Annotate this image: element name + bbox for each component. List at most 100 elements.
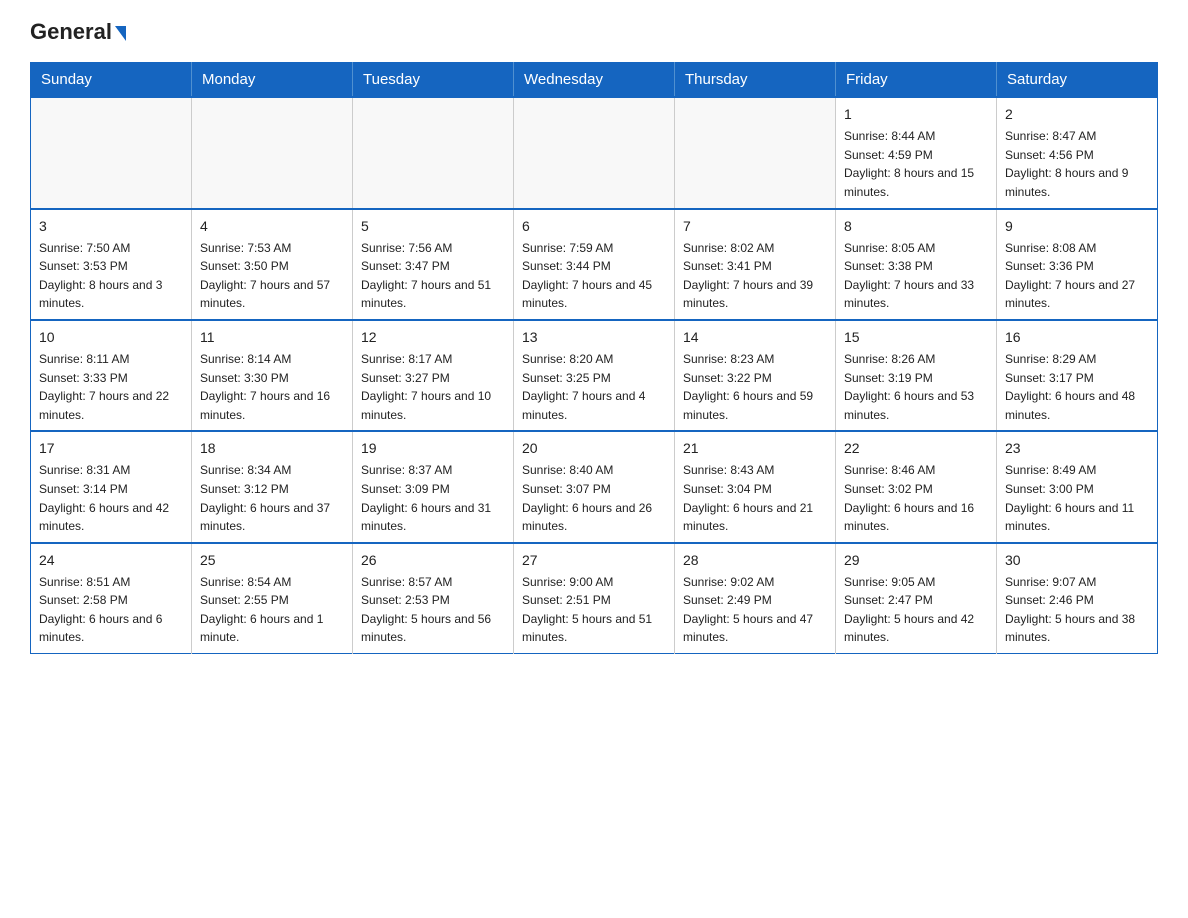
weekday-header-monday: Monday	[192, 63, 353, 98]
day-number: 1	[844, 104, 988, 125]
day-number: 29	[844, 550, 988, 571]
calendar-cell	[514, 97, 675, 208]
day-number: 18	[200, 438, 344, 459]
calendar-cell: 16Sunrise: 8:29 AM Sunset: 3:17 PM Dayli…	[997, 320, 1158, 431]
day-number: 5	[361, 216, 505, 237]
day-number: 17	[39, 438, 183, 459]
day-info: Sunrise: 8:43 AM Sunset: 3:04 PM Dayligh…	[683, 461, 827, 535]
day-info: Sunrise: 9:07 AM Sunset: 2:46 PM Dayligh…	[1005, 573, 1149, 647]
weekday-header-wednesday: Wednesday	[514, 63, 675, 98]
day-info: Sunrise: 8:31 AM Sunset: 3:14 PM Dayligh…	[39, 461, 183, 535]
calendar-week-row: 3Sunrise: 7:50 AM Sunset: 3:53 PM Daylig…	[31, 209, 1158, 320]
day-info: Sunrise: 8:44 AM Sunset: 4:59 PM Dayligh…	[844, 127, 988, 201]
day-info: Sunrise: 8:54 AM Sunset: 2:55 PM Dayligh…	[200, 573, 344, 647]
day-number: 13	[522, 327, 666, 348]
logo-top: General	[30, 20, 126, 44]
calendar-cell: 11Sunrise: 8:14 AM Sunset: 3:30 PM Dayli…	[192, 320, 353, 431]
day-number: 3	[39, 216, 183, 237]
calendar-cell: 14Sunrise: 8:23 AM Sunset: 3:22 PM Dayli…	[675, 320, 836, 431]
day-number: 14	[683, 327, 827, 348]
calendar-cell	[192, 97, 353, 208]
calendar-cell: 27Sunrise: 9:00 AM Sunset: 2:51 PM Dayli…	[514, 543, 675, 654]
day-info: Sunrise: 7:59 AM Sunset: 3:44 PM Dayligh…	[522, 239, 666, 313]
day-info: Sunrise: 7:50 AM Sunset: 3:53 PM Dayligh…	[39, 239, 183, 313]
calendar-cell: 10Sunrise: 8:11 AM Sunset: 3:33 PM Dayli…	[31, 320, 192, 431]
calendar-cell: 25Sunrise: 8:54 AM Sunset: 2:55 PM Dayli…	[192, 543, 353, 654]
calendar-cell: 26Sunrise: 8:57 AM Sunset: 2:53 PM Dayli…	[353, 543, 514, 654]
day-number: 25	[200, 550, 344, 571]
day-info: Sunrise: 8:37 AM Sunset: 3:09 PM Dayligh…	[361, 461, 505, 535]
day-info: Sunrise: 7:53 AM Sunset: 3:50 PM Dayligh…	[200, 239, 344, 313]
logo: General	[30, 20, 126, 44]
calendar-cell: 20Sunrise: 8:40 AM Sunset: 3:07 PM Dayli…	[514, 431, 675, 542]
calendar-cell: 23Sunrise: 8:49 AM Sunset: 3:00 PM Dayli…	[997, 431, 1158, 542]
calendar-cell	[31, 97, 192, 208]
calendar-week-row: 17Sunrise: 8:31 AM Sunset: 3:14 PM Dayli…	[31, 431, 1158, 542]
day-number: 4	[200, 216, 344, 237]
day-info: Sunrise: 8:05 AM Sunset: 3:38 PM Dayligh…	[844, 239, 988, 313]
calendar-cell: 17Sunrise: 8:31 AM Sunset: 3:14 PM Dayli…	[31, 431, 192, 542]
calendar-cell: 30Sunrise: 9:07 AM Sunset: 2:46 PM Dayli…	[997, 543, 1158, 654]
day-number: 2	[1005, 104, 1149, 125]
day-info: Sunrise: 9:05 AM Sunset: 2:47 PM Dayligh…	[844, 573, 988, 647]
calendar-cell	[675, 97, 836, 208]
calendar-cell: 18Sunrise: 8:34 AM Sunset: 3:12 PM Dayli…	[192, 431, 353, 542]
day-number: 20	[522, 438, 666, 459]
day-info: Sunrise: 8:08 AM Sunset: 3:36 PM Dayligh…	[1005, 239, 1149, 313]
calendar-cell: 4Sunrise: 7:53 AM Sunset: 3:50 PM Daylig…	[192, 209, 353, 320]
day-info: Sunrise: 8:23 AM Sunset: 3:22 PM Dayligh…	[683, 350, 827, 424]
calendar-cell: 15Sunrise: 8:26 AM Sunset: 3:19 PM Dayli…	[836, 320, 997, 431]
day-number: 8	[844, 216, 988, 237]
logo-triangle-icon	[115, 26, 126, 41]
calendar-cell: 7Sunrise: 8:02 AM Sunset: 3:41 PM Daylig…	[675, 209, 836, 320]
day-info: Sunrise: 8:46 AM Sunset: 3:02 PM Dayligh…	[844, 461, 988, 535]
day-number: 7	[683, 216, 827, 237]
day-number: 10	[39, 327, 183, 348]
day-number: 11	[200, 327, 344, 348]
day-number: 12	[361, 327, 505, 348]
day-number: 22	[844, 438, 988, 459]
day-info: Sunrise: 8:14 AM Sunset: 3:30 PM Dayligh…	[200, 350, 344, 424]
day-info: Sunrise: 8:47 AM Sunset: 4:56 PM Dayligh…	[1005, 127, 1149, 201]
day-info: Sunrise: 8:40 AM Sunset: 3:07 PM Dayligh…	[522, 461, 666, 535]
day-number: 30	[1005, 550, 1149, 571]
day-info: Sunrise: 8:29 AM Sunset: 3:17 PM Dayligh…	[1005, 350, 1149, 424]
calendar-cell: 1Sunrise: 8:44 AM Sunset: 4:59 PM Daylig…	[836, 97, 997, 208]
day-number: 16	[1005, 327, 1149, 348]
calendar-cell	[353, 97, 514, 208]
weekday-header-saturday: Saturday	[997, 63, 1158, 98]
calendar-cell: 24Sunrise: 8:51 AM Sunset: 2:58 PM Dayli…	[31, 543, 192, 654]
calendar-week-row: 10Sunrise: 8:11 AM Sunset: 3:33 PM Dayli…	[31, 320, 1158, 431]
day-number: 19	[361, 438, 505, 459]
day-number: 6	[522, 216, 666, 237]
calendar-cell: 6Sunrise: 7:59 AM Sunset: 3:44 PM Daylig…	[514, 209, 675, 320]
calendar-cell: 19Sunrise: 8:37 AM Sunset: 3:09 PM Dayli…	[353, 431, 514, 542]
day-number: 23	[1005, 438, 1149, 459]
header: General	[30, 20, 1158, 44]
weekday-header-friday: Friday	[836, 63, 997, 98]
day-number: 27	[522, 550, 666, 571]
weekday-header-sunday: Sunday	[31, 63, 192, 98]
day-info: Sunrise: 8:11 AM Sunset: 3:33 PM Dayligh…	[39, 350, 183, 424]
day-number: 9	[1005, 216, 1149, 237]
calendar-cell: 12Sunrise: 8:17 AM Sunset: 3:27 PM Dayli…	[353, 320, 514, 431]
calendar-cell: 3Sunrise: 7:50 AM Sunset: 3:53 PM Daylig…	[31, 209, 192, 320]
day-info: Sunrise: 8:34 AM Sunset: 3:12 PM Dayligh…	[200, 461, 344, 535]
day-info: Sunrise: 8:57 AM Sunset: 2:53 PM Dayligh…	[361, 573, 505, 647]
calendar-cell: 2Sunrise: 8:47 AM Sunset: 4:56 PM Daylig…	[997, 97, 1158, 208]
calendar-cell: 21Sunrise: 8:43 AM Sunset: 3:04 PM Dayli…	[675, 431, 836, 542]
day-info: Sunrise: 8:17 AM Sunset: 3:27 PM Dayligh…	[361, 350, 505, 424]
day-number: 24	[39, 550, 183, 571]
calendar-table: SundayMondayTuesdayWednesdayThursdayFrid…	[30, 62, 1158, 654]
day-info: Sunrise: 8:49 AM Sunset: 3:00 PM Dayligh…	[1005, 461, 1149, 535]
weekday-header-tuesday: Tuesday	[353, 63, 514, 98]
calendar-cell: 5Sunrise: 7:56 AM Sunset: 3:47 PM Daylig…	[353, 209, 514, 320]
day-info: Sunrise: 8:20 AM Sunset: 3:25 PM Dayligh…	[522, 350, 666, 424]
day-info: Sunrise: 8:51 AM Sunset: 2:58 PM Dayligh…	[39, 573, 183, 647]
weekday-header-thursday: Thursday	[675, 63, 836, 98]
calendar-week-row: 24Sunrise: 8:51 AM Sunset: 2:58 PM Dayli…	[31, 543, 1158, 654]
calendar-header-row: SundayMondayTuesdayWednesdayThursdayFrid…	[31, 63, 1158, 98]
day-info: Sunrise: 8:26 AM Sunset: 3:19 PM Dayligh…	[844, 350, 988, 424]
calendar-week-row: 1Sunrise: 8:44 AM Sunset: 4:59 PM Daylig…	[31, 97, 1158, 208]
day-info: Sunrise: 9:00 AM Sunset: 2:51 PM Dayligh…	[522, 573, 666, 647]
